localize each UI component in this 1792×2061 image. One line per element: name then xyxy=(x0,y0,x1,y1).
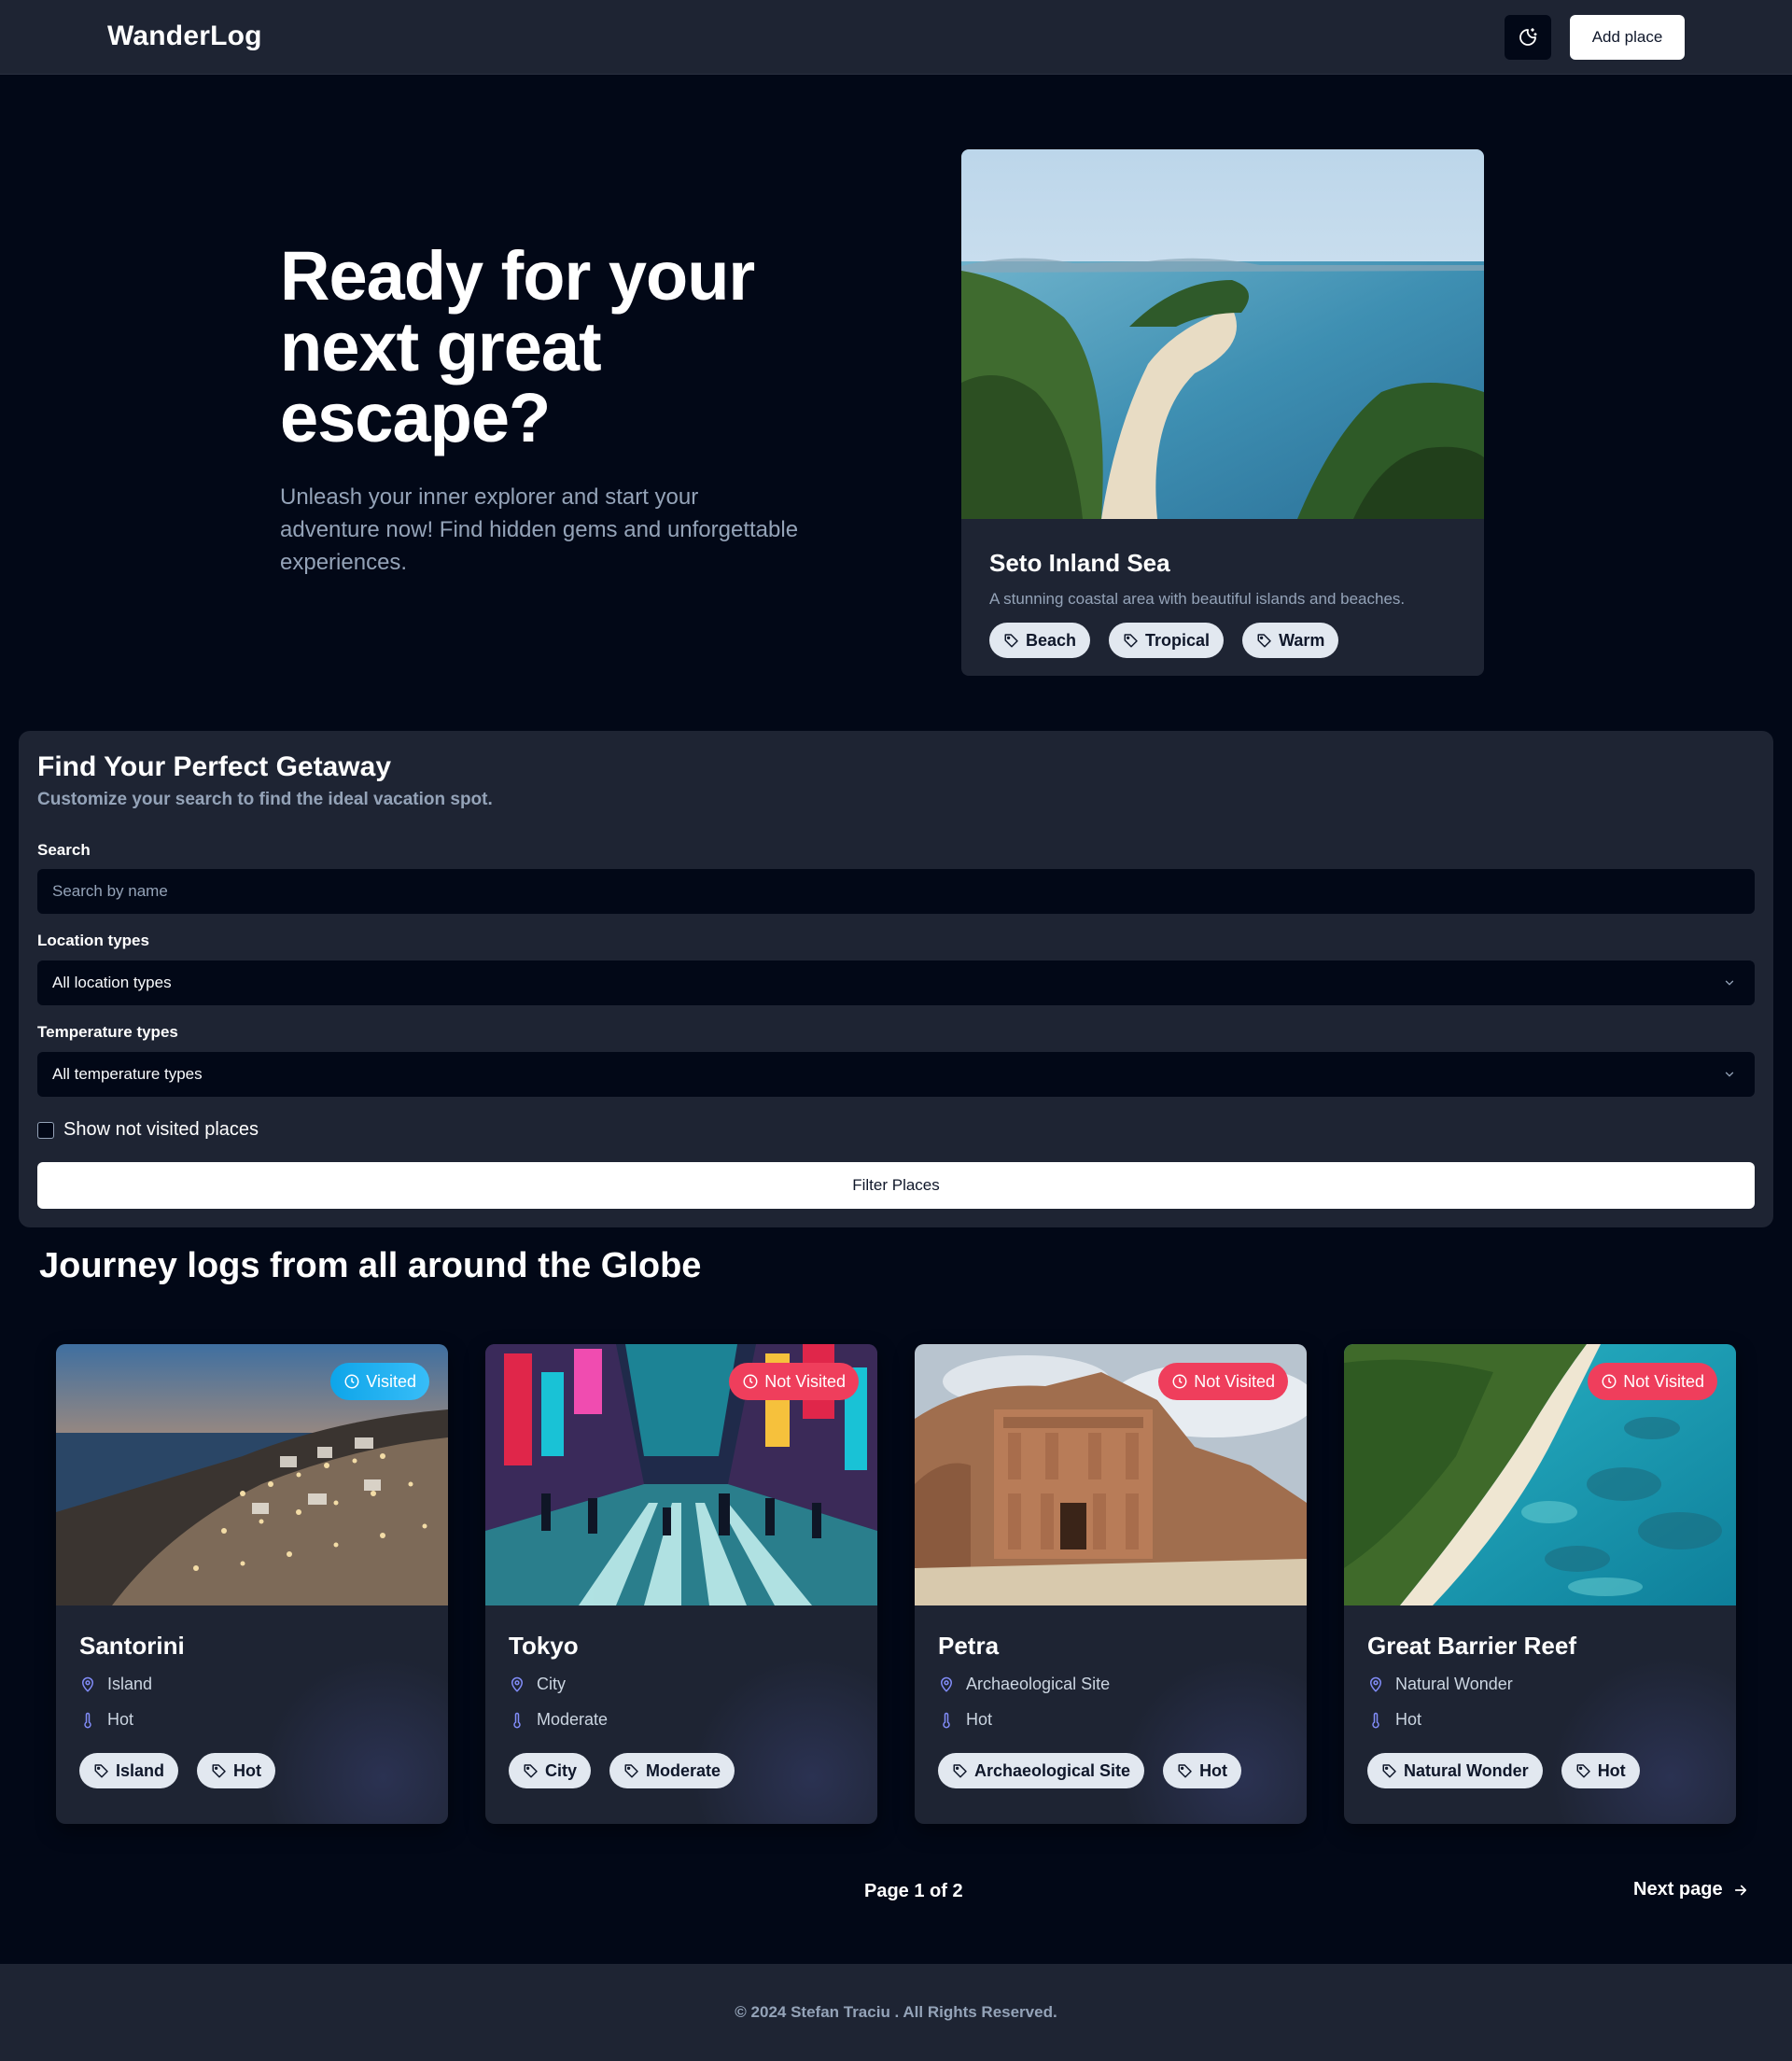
next-page-button[interactable]: Next page xyxy=(1633,1879,1749,1900)
temperature-types-label: Temperature types xyxy=(37,1023,178,1041)
location-types-select[interactable]: All location types xyxy=(37,960,1755,1005)
map-pin-icon xyxy=(940,1676,953,1692)
featured-place-description: A stunning coastal area with beautiful i… xyxy=(989,590,1406,608)
clock-icon xyxy=(1602,1374,1617,1389)
card-glow xyxy=(691,1656,877,1824)
map-pin-icon xyxy=(511,1676,524,1692)
hero-title: Ready for your next great escape? xyxy=(280,237,755,456)
thermometer-icon xyxy=(943,1712,950,1728)
featured-place-tags: Beach Tropical Warm xyxy=(989,623,1339,658)
filter-title: Find Your Perfect Getaway xyxy=(37,751,391,782)
tag-icon xyxy=(1257,634,1271,648)
place-tags: City Moderate xyxy=(509,1753,735,1788)
location-types-value: All location types xyxy=(52,974,172,991)
tag-chip: Beach xyxy=(989,623,1091,658)
not-visited-badge: Not Visited xyxy=(1588,1363,1717,1400)
temperature-types-value: All temperature types xyxy=(52,1065,203,1083)
place-tags: Natural Wonder Hot xyxy=(1367,1753,1640,1788)
add-place-button[interactable]: Add place xyxy=(1570,15,1685,60)
place-title: Petra xyxy=(938,1632,1000,1660)
tag-chip: Warm xyxy=(1242,623,1339,658)
tag-icon xyxy=(524,1764,538,1778)
tag-icon xyxy=(1004,634,1018,648)
tag-chip: Tropical xyxy=(1109,623,1225,658)
card-glow xyxy=(261,1656,448,1824)
place-location: Natural Wonder xyxy=(1367,1675,1513,1694)
place-title: Great Barrier Reef xyxy=(1367,1632,1576,1660)
footer: © 2024 Stefan Traciu . All Rights Reserv… xyxy=(0,1964,1792,2061)
card-glow xyxy=(1120,1656,1307,1824)
next-page-label: Next page xyxy=(1633,1879,1723,1900)
tag-icon xyxy=(624,1764,638,1778)
featured-place-title: Seto Inland Sea xyxy=(989,549,1170,577)
location-types-label: Location types xyxy=(37,932,149,949)
tag-chip: Moderate xyxy=(609,1753,735,1788)
featured-place-card[interactable]: Seto Inland Sea A stunning coastal area … xyxy=(961,149,1484,676)
featured-place-image xyxy=(961,149,1484,519)
tag-chip: Hot xyxy=(1561,1753,1640,1788)
app-logo[interactable]: WanderLog xyxy=(107,21,262,52)
map-pin-icon xyxy=(1369,1676,1382,1692)
place-title: Santorini xyxy=(79,1632,185,1660)
thermometer-icon xyxy=(1372,1712,1379,1728)
place-card[interactable]: Visited Santorini Island Hot Island Hot xyxy=(56,1344,448,1824)
show-not-visited-checkbox[interactable] xyxy=(37,1121,54,1139)
visited-badge: Visited xyxy=(330,1363,429,1400)
place-tags: Island Hot xyxy=(79,1753,276,1788)
temperature-types-select[interactable]: All temperature types xyxy=(37,1052,1755,1097)
show-not-visited-row: Show not visited places xyxy=(37,1119,259,1141)
tag-icon xyxy=(953,1764,967,1778)
filter-places-button[interactable]: Filter Places xyxy=(37,1162,1755,1209)
arrow-right-icon xyxy=(1732,1882,1749,1899)
tag-icon xyxy=(1382,1764,1396,1778)
thermometer-icon xyxy=(84,1712,91,1728)
copyright-text: © 2024 Stefan Traciu . All Rights Reserv… xyxy=(735,2003,1057,2021)
tag-icon xyxy=(212,1764,226,1778)
search-label: Search xyxy=(37,841,91,859)
chevron-down-icon xyxy=(1723,1068,1736,1081)
not-visited-badge: Not Visited xyxy=(729,1363,859,1400)
tag-chip: Hot xyxy=(197,1753,276,1788)
clock-icon xyxy=(743,1374,758,1389)
clock-icon xyxy=(1172,1374,1187,1389)
tag-chip: Island xyxy=(79,1753,179,1788)
card-glow xyxy=(1549,1656,1736,1824)
tag-chip: Hot xyxy=(1163,1753,1242,1788)
place-location: Island xyxy=(79,1675,152,1694)
tag-chip: Natural Wonder xyxy=(1367,1753,1543,1788)
tag-icon xyxy=(94,1764,108,1778)
tag-icon xyxy=(1576,1764,1590,1778)
place-temperature: Hot xyxy=(938,1710,992,1730)
top-navbar: WanderLog Add place xyxy=(0,0,1792,75)
place-card[interactable]: Not Visited Great Barrier Reef Natural W… xyxy=(1344,1344,1736,1824)
place-temperature: Hot xyxy=(1367,1710,1421,1730)
tag-icon xyxy=(1124,634,1138,648)
hero-subtitle: Unleash your inner explorer and start yo… xyxy=(280,484,799,575)
page-indicator: Page 1 of 2 xyxy=(864,1881,963,1901)
chevron-down-icon xyxy=(1723,976,1736,989)
place-card[interactable]: Not Visited Petra Archaeological Site Ho… xyxy=(915,1344,1307,1824)
map-pin-icon xyxy=(81,1676,94,1692)
not-visited-badge: Not Visited xyxy=(1158,1363,1288,1400)
place-title: Tokyo xyxy=(509,1632,579,1660)
clock-icon xyxy=(344,1374,359,1389)
tag-chip: Archaeological Site xyxy=(938,1753,1145,1788)
search-input[interactable]: Search by name xyxy=(37,869,1755,914)
tag-chip: City xyxy=(509,1753,592,1788)
tag-icon xyxy=(1178,1764,1192,1778)
place-tags: Archaeological Site Hot xyxy=(938,1753,1242,1788)
show-not-visited-label[interactable]: Show not visited places xyxy=(63,1119,259,1141)
place-temperature: Hot xyxy=(79,1710,133,1730)
filter-subtitle: Customize your search to find the ideal … xyxy=(37,790,493,809)
journeys-title: Journey logs from all around the Globe xyxy=(39,1246,702,1285)
place-card[interactable]: Not Visited Tokyo City Moderate City Mod… xyxy=(485,1344,877,1824)
place-location: Archaeological Site xyxy=(938,1675,1110,1694)
moon-stars-icon xyxy=(1517,26,1539,49)
theme-toggle-button[interactable] xyxy=(1505,15,1551,60)
place-temperature: Moderate xyxy=(509,1710,608,1730)
filter-panel: Find Your Perfect Getaway Customize your… xyxy=(19,731,1773,1227)
thermometer-icon xyxy=(513,1712,521,1728)
place-location: City xyxy=(509,1675,566,1694)
